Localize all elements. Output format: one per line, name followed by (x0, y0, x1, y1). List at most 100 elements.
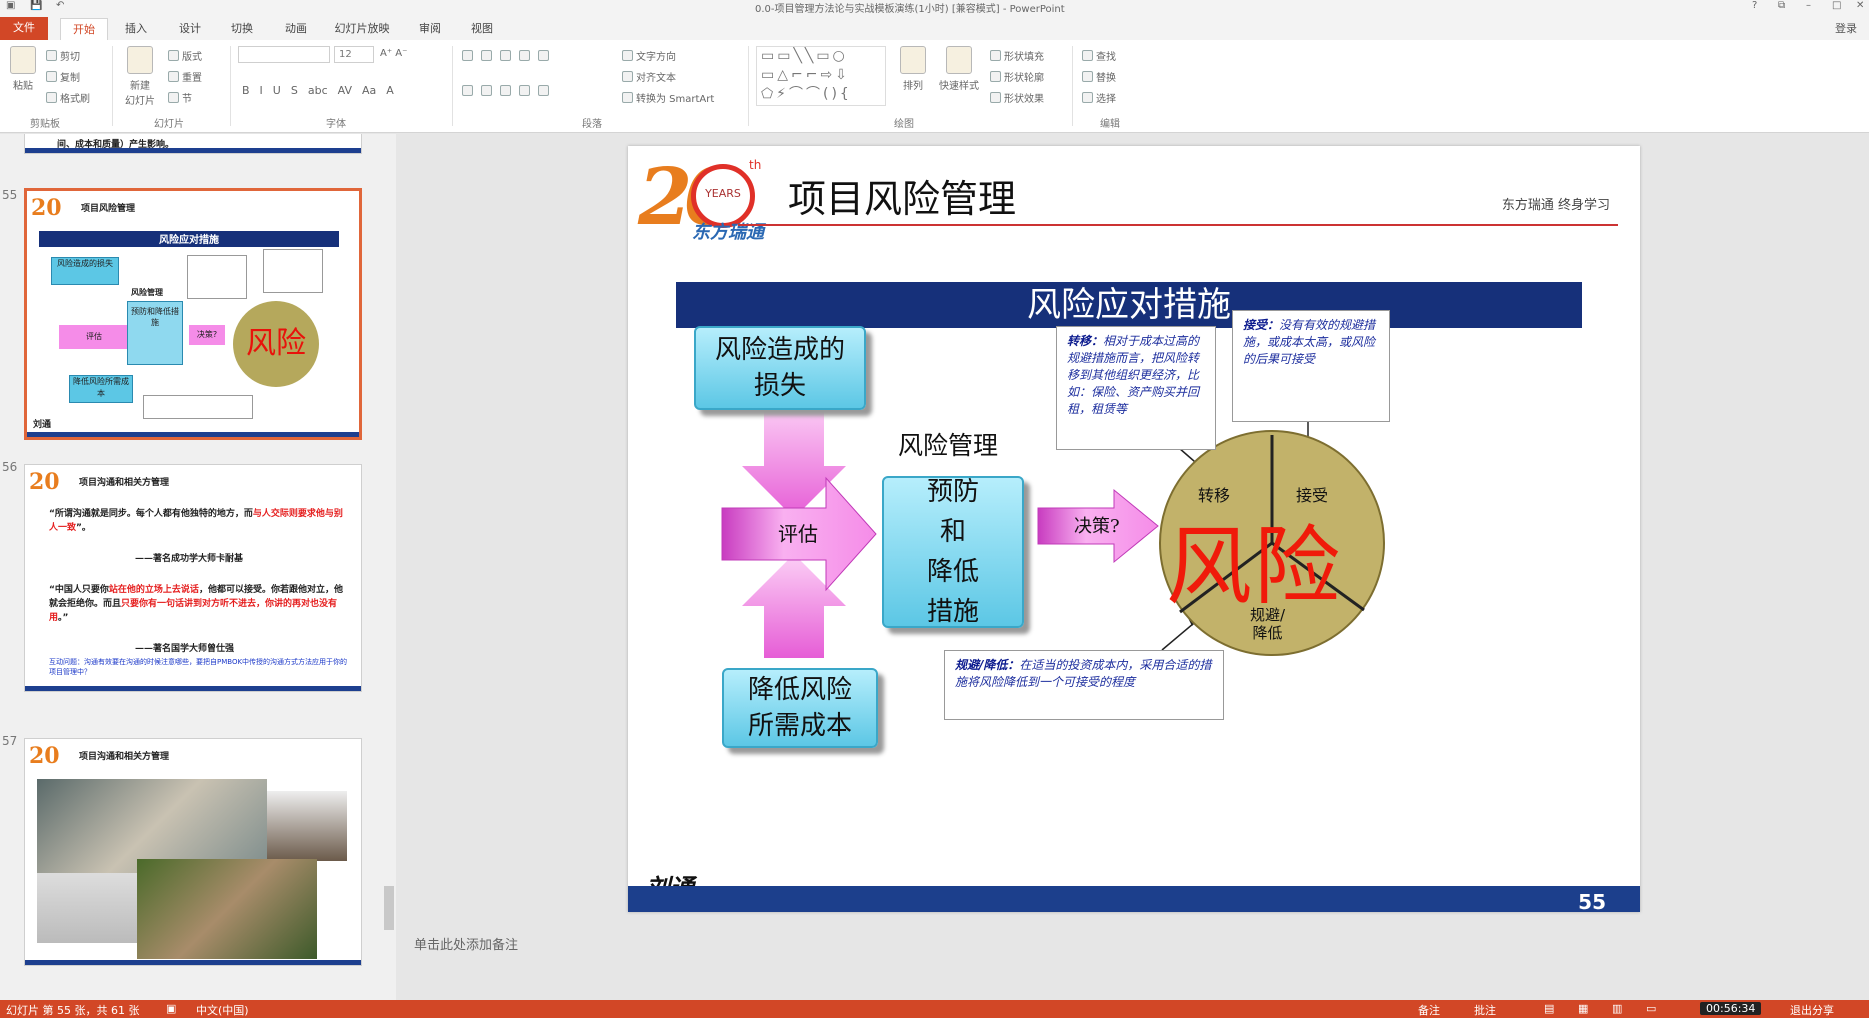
font-size-select[interactable]: 12 (334, 46, 374, 63)
copy-button[interactable]: 复制 (46, 69, 80, 84)
window-title: 0.0-项目管理方法论与实战模板演练(1小时) [兼容模式] - PowerPo… (755, 4, 1065, 15)
reset-button[interactable]: 重置 (168, 69, 202, 84)
scrollbar-thumb[interactable] (384, 886, 394, 930)
box-reduce-cost[interactable]: 降低风险 所需成本 (722, 668, 878, 748)
format-painter-button[interactable]: 格式刷 (46, 90, 90, 105)
group-divider (1072, 46, 1073, 126)
char-spacing-button[interactable]: AV (338, 84, 352, 97)
note-transfer[interactable]: 转移：相对于成本过高的规避措施而言，把风险转移到其他组织更经济，比如：保险、资产… (1056, 326, 1216, 450)
italic-button[interactable]: I (260, 84, 263, 97)
save-icon[interactable]: 💾 (30, 0, 42, 11)
close-button[interactable]: ✕ (1856, 0, 1864, 11)
text-direction-button[interactable]: 文字方向 (622, 48, 676, 63)
find-button[interactable]: 查找 (1082, 48, 1116, 63)
minimize-button[interactable]: – (1806, 0, 1811, 11)
underline-button[interactable]: U (273, 84, 281, 97)
shape-effects-button[interactable]: 形状效果 (990, 90, 1044, 105)
slide-sorter-icon[interactable]: ▦ (1578, 1002, 1588, 1015)
note-accept[interactable]: 接受：没有有效的规避措施，或成本太高，或风险的后果可接受 (1232, 310, 1390, 422)
shadow-button[interactable]: abc (308, 84, 328, 97)
tab-animations[interactable]: 动画 (276, 18, 316, 40)
help-icon[interactable]: ? (1752, 0, 1757, 11)
thumbnail-scrollbar[interactable] (382, 134, 396, 1000)
box-risk-loss[interactable]: 风险造成的 损失 (694, 326, 866, 410)
login-link[interactable]: 登录 (1835, 20, 1857, 36)
language-indicator[interactable]: 中文(中国) (196, 1002, 249, 1018)
shape-outline-button[interactable]: 形状轮廓 (990, 69, 1044, 84)
current-slide[interactable]: 20 YEARS th 东方瑞通 项目风险管理 东方瑞通 终身学习 风险应对措施… (628, 146, 1640, 912)
layout-icon (168, 50, 179, 61)
reading-view-icon[interactable]: ▥ (1612, 1002, 1622, 1015)
normal-view-icon[interactable]: ▤ (1544, 1002, 1554, 1015)
tab-home[interactable]: 开始 (60, 18, 108, 40)
align-right-icon (500, 85, 511, 96)
comments-button[interactable]: 批注 (1474, 1002, 1496, 1018)
bold-button[interactable]: B (242, 84, 250, 97)
slide-number-55: 55 (2, 188, 18, 202)
undo-icon[interactable]: ↶ (56, 0, 64, 11)
thumb-photo-megaphone (267, 791, 347, 861)
maximize-button[interactable]: □ (1832, 0, 1841, 11)
thumb-logo: 20 (29, 469, 60, 495)
exit-share-button[interactable]: 退出分享 (1790, 1002, 1834, 1018)
indent-icon (500, 50, 511, 61)
align-buttons[interactable] (462, 85, 549, 96)
strikethrough-button[interactable]: S (291, 84, 298, 97)
slide-thumbnail-56[interactable]: 20 项目沟通和相关方管理 “所谓沟通就是同步。每个人都有他独特的地方，而与人交… (24, 464, 362, 692)
box-line: 降低风险 (747, 675, 852, 705)
section-button[interactable]: 节 (168, 90, 192, 105)
tab-design[interactable]: 设计 (170, 18, 210, 40)
thumb-footer-bar (25, 148, 361, 153)
restore-ribbon-icon[interactable]: ⧉ (1778, 0, 1785, 11)
tab-insert[interactable]: 插入 (116, 18, 156, 40)
cursor-icon (1082, 92, 1093, 103)
paste-button[interactable]: 粘贴 (6, 46, 40, 92)
thumb-logo: 20 (31, 195, 62, 221)
new-slide-button[interactable]: 新建 幻灯片 (118, 46, 162, 107)
slide-thumbnail-54[interactable]: 间、成本和质量）产生影响。 (24, 134, 362, 154)
font-name-select[interactable] (238, 46, 330, 63)
replace-button[interactable]: 替换 (1082, 69, 1116, 84)
tab-slideshow[interactable]: 幻灯片放映 (330, 18, 394, 40)
cut-button[interactable]: 剪切 (46, 48, 80, 63)
slide-editor-area: 20 YEARS th 东方瑞通 项目风险管理 东方瑞通 终身学习 风险应对措施… (396, 134, 1869, 953)
box-line: 预防 (926, 477, 979, 507)
arrange-button[interactable]: 排列 (896, 46, 930, 92)
group-clipboard-label: 剪贴板 (30, 119, 60, 130)
align-text-button[interactable]: 对齐文本 (622, 69, 676, 84)
pie-avoid-label: 规避/ 降低 (1250, 606, 1286, 642)
smartart-button[interactable]: 转换为 SmartArt (622, 90, 714, 105)
slideshow-icon[interactable]: ▭ (1646, 1002, 1656, 1015)
box-line: 降低 (926, 557, 979, 587)
slide-thumbnail-55[interactable]: 20 项目风险管理 风险应对措施 风险造成的损失 评估 预防和降低措施 风险管理… (24, 188, 362, 440)
replace-icon (1082, 71, 1093, 82)
thumb-risk-pie: 风险 (233, 301, 319, 387)
select-button[interactable]: 选择 (1082, 90, 1116, 105)
notes-button[interactable]: 备注 (1418, 1002, 1440, 1018)
box-prevent-reduce[interactable]: 预防和降低 措施 (882, 476, 1024, 628)
layout-button[interactable]: 版式 (168, 48, 202, 63)
tab-file[interactable]: 文件 (0, 17, 48, 40)
slide-thumbnail-57[interactable]: 20 项目沟通和相关方管理 (24, 738, 362, 966)
status-bar: 幻灯片 第 55 张，共 61 张 ▣ 中文(中国) 备注 批注 ▤ ▦ ▥ ▭… (0, 1000, 1869, 1018)
numbered-list-icon (481, 50, 492, 61)
shapes-gallery[interactable]: ▭▭╲╲▭○ ▭△⌐⌐⇨⇩ ⬠⚡⌒⌒(){ (756, 46, 886, 106)
align-left-icon (462, 85, 473, 96)
spellcheck-icon[interactable]: ▣ (166, 1002, 176, 1015)
tab-transitions[interactable]: 切换 (222, 18, 262, 40)
notes-placeholder[interactable]: 单击此处添加备注 (414, 934, 518, 953)
group-drawing-label: 绘图 (894, 119, 914, 130)
slide-number-57: 57 (2, 734, 18, 748)
tab-view[interactable]: 视图 (462, 18, 502, 40)
tab-review[interactable]: 审阅 (410, 18, 450, 40)
list-buttons[interactable] (462, 50, 549, 61)
shape-fill-button[interactable]: 形状填充 (990, 48, 1044, 63)
outdent-icon (519, 50, 530, 61)
binoculars-icon (1082, 50, 1093, 61)
note-avoid-reduce[interactable]: 规避/降低：在适当的投资成本内，采用合适的措施将风险降低到一个可接受的程度 (944, 650, 1224, 720)
thumb-photo-papers (37, 873, 137, 943)
change-case-button[interactable]: Aa (362, 84, 376, 97)
font-color-button[interactable]: A (386, 84, 394, 97)
grow-font-button[interactable]: A⁺ A⁻ (380, 48, 407, 59)
quick-styles-button[interactable]: 快速样式 (934, 46, 984, 92)
